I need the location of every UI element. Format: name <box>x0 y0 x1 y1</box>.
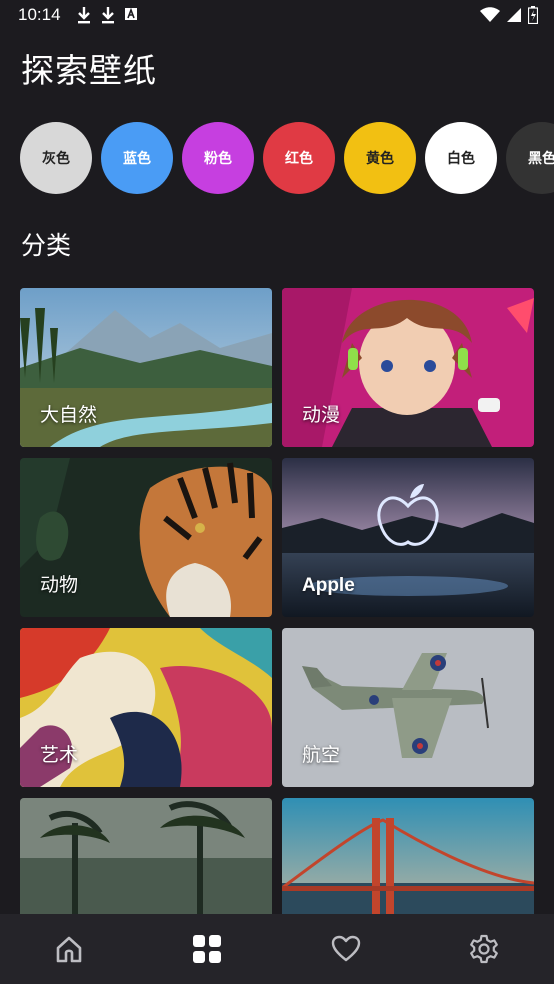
color-chip-label: 粉色 <box>204 151 232 167</box>
status-bar: 10:14 <box>0 0 554 30</box>
category-card-animals[interactable]: 动物 <box>20 458 272 617</box>
category-label: 动漫 <box>302 404 341 426</box>
signal-icon <box>506 7 522 27</box>
category-label: 动物 <box>40 574 79 596</box>
section-title: 分类 <box>21 231 72 260</box>
color-chip-blue[interactable]: 蓝色 <box>101 122 173 194</box>
city-thumbnail <box>282 798 534 914</box>
color-chip-gray[interactable]: 灰色 <box>20 122 92 194</box>
nav-explore[interactable] <box>190 932 224 966</box>
nav-settings[interactable] <box>467 932 501 966</box>
category-grid: 大自然 动漫 动物 Apple 艺术 航空 <box>20 288 534 914</box>
category-card-city[interactable] <box>282 798 534 914</box>
status-time: 10:14 <box>18 5 61 24</box>
color-chip-label: 蓝色 <box>123 151 151 167</box>
color-filter-row: 灰色 蓝色 粉色 红色 黄色 白色 黑色 <box>0 122 554 196</box>
wifi-icon <box>480 7 500 27</box>
color-chip-label: 红色 <box>285 151 313 167</box>
color-chip-pink[interactable]: 粉色 <box>182 122 254 194</box>
color-chip-label: 白色 <box>447 151 475 167</box>
category-card-tropical[interactable] <box>20 798 272 914</box>
color-chip-label: 黑色 <box>528 151 554 167</box>
category-label: Apple <box>302 575 355 596</box>
color-chip-black[interactable]: 黑色 <box>506 122 554 194</box>
page-title: 探索壁纸 <box>21 51 157 90</box>
settings-icon <box>470 934 498 964</box>
heart-icon <box>331 935 361 962</box>
category-card-apple[interactable]: Apple <box>282 458 534 617</box>
color-chip-label: 黄色 <box>366 151 394 167</box>
category-label: 航空 <box>302 744 341 766</box>
category-card-nature[interactable]: 大自然 <box>20 288 272 447</box>
bottom-nav <box>0 914 554 984</box>
tropical-thumbnail <box>20 798 272 914</box>
home-icon <box>56 936 82 963</box>
nav-home[interactable] <box>52 932 86 966</box>
category-card-anime[interactable]: 动漫 <box>282 288 534 447</box>
download-icon <box>100 6 116 28</box>
color-chip-white[interactable]: 白色 <box>425 122 497 194</box>
color-chip-yellow[interactable]: 黄色 <box>344 122 416 194</box>
download-icon <box>76 6 92 28</box>
color-chip-label: 灰色 <box>42 151 70 167</box>
category-card-aviation[interactable]: 航空 <box>282 628 534 787</box>
nav-favorites[interactable] <box>329 932 363 966</box>
category-card-art[interactable]: 艺术 <box>20 628 272 787</box>
category-label: 艺术 <box>40 744 79 766</box>
category-label: 大自然 <box>40 404 98 426</box>
grid-icon <box>193 935 221 963</box>
font-icon <box>124 6 138 28</box>
battery-icon <box>527 6 539 28</box>
color-chip-red[interactable]: 红色 <box>263 122 335 194</box>
